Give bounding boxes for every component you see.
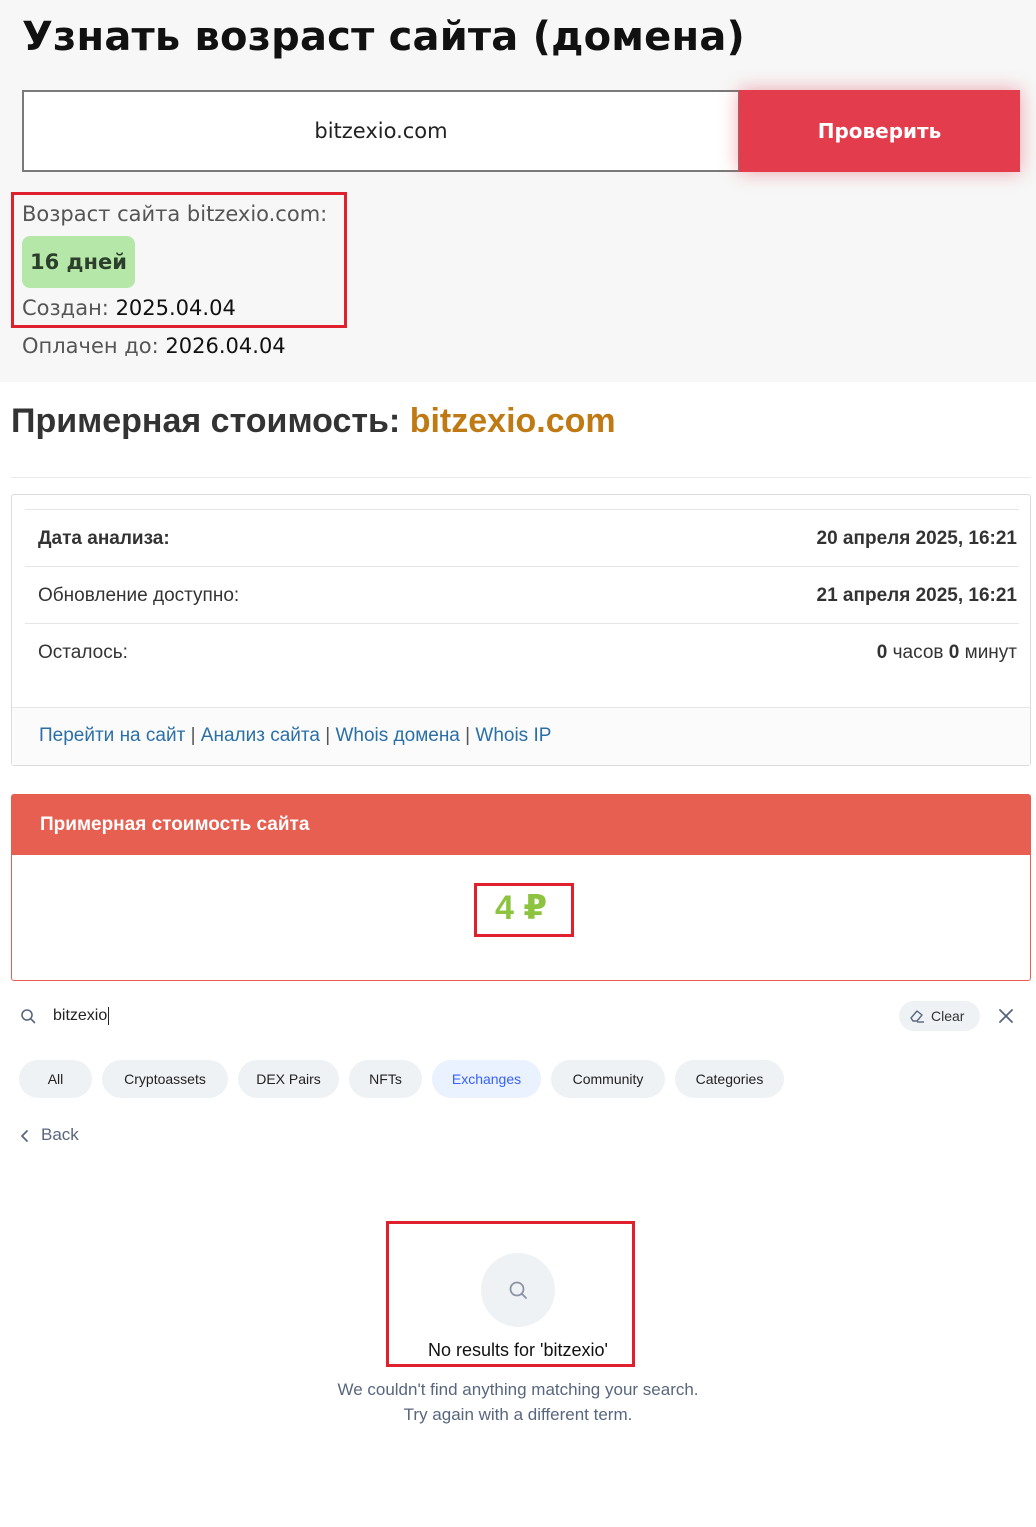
chip-exchanges[interactable]: Exchanges <box>432 1060 541 1098</box>
price-header: Примерная стоимость сайта <box>12 795 1030 855</box>
price-card: Примерная стоимость сайта 4 ₽ <box>11 794 1031 981</box>
analysis-info-card: Дата анализа: 20 апреля 2025, 16:21 Обно… <box>11 494 1031 766</box>
clear-button[interactable]: Clear <box>899 1001 980 1031</box>
chip-dex-pairs[interactable]: DEX Pairs <box>238 1060 339 1098</box>
clear-label: Clear <box>931 1008 965 1024</box>
eraser-icon <box>910 1010 924 1023</box>
age-label: Возраст сайта bitzexio.com: <box>22 202 328 226</box>
back-label: Back <box>41 1125 79 1144</box>
check-button[interactable]: Проверить <box>739 90 1020 172</box>
empty-state-message: We couldn't find anything matching your … <box>0 1377 1036 1427</box>
remaining-hours: 0 <box>876 642 888 663</box>
remaining-hours-unit: часов <box>892 642 944 663</box>
chip-community[interactable]: Community <box>551 1060 665 1098</box>
update-available-value: 21 апреля 2025, 16:21 <box>816 585 1017 606</box>
paid-line: Оплачен до: 2026.04.04 <box>22 332 327 360</box>
chip-all[interactable]: All <box>19 1060 92 1098</box>
chip-cryptoassets[interactable]: Cryptoassets <box>102 1060 228 1098</box>
age-result: Возраст сайта bitzexio.com: 16 дней Созд… <box>22 200 327 360</box>
update-available-label: Обновление доступно: <box>38 585 240 606</box>
info-row-update-available: Обновление доступно: 21 апреля 2025, 16:… <box>25 566 1019 623</box>
remaining-minutes: 0 <box>948 642 960 663</box>
info-row-analysis-date: Дата анализа: 20 апреля 2025, 16:21 <box>25 509 1019 566</box>
remaining-minutes-unit: минут <box>964 642 1017 663</box>
chip-nfts[interactable]: NFTs <box>349 1060 422 1098</box>
link-whois-ip[interactable]: Whois IP <box>475 725 551 746</box>
search-icon <box>21 1009 36 1024</box>
chip-categories[interactable]: Categories <box>675 1060 784 1098</box>
empty-state-title: No results for 'bitzexio' <box>428 1340 608 1360</box>
page-title: Узнать возраст сайта (домена) <box>22 14 746 60</box>
analysis-date-value: 20 апреля 2025, 16:21 <box>816 528 1017 549</box>
created-value: 2025.04.04 <box>115 296 236 320</box>
age-badge: 16 дней <box>22 236 135 288</box>
domain-check-form: bitzexio.com Проверить <box>22 90 1020 172</box>
cost-title-domain: bitzexio.com <box>409 402 616 440</box>
price-value: 4 ₽ <box>494 889 547 927</box>
remaining-value: 0 часов 0 минут <box>877 624 1017 681</box>
link-whois-domain[interactable]: Whois домена <box>335 725 459 746</box>
close-icon[interactable] <box>996 1006 1016 1026</box>
created-label: Создан: <box>22 296 109 320</box>
empty-state-icon-circle <box>481 1253 555 1327</box>
empty-state-line1: We couldn't find anything matching your … <box>337 1380 699 1399</box>
empty-state-line2: Try again with a different term. <box>403 1405 633 1424</box>
link-go-to-site[interactable]: Перейти на сайт <box>39 725 185 746</box>
analysis-date-label: Дата анализа: <box>38 528 170 549</box>
created-line: Создан: 2025.04.04 <box>22 294 327 322</box>
site-links: Перейти на сайт | Анализ сайта | Whois д… <box>12 707 1030 765</box>
chevron-left-icon <box>21 1130 28 1142</box>
paid-value: 2026.04.04 <box>165 334 286 358</box>
remaining-label: Осталось: <box>38 642 128 663</box>
info-row-remaining: Осталось: 0 часов 0 минут <box>25 623 1019 680</box>
back-button[interactable]: Back <box>20 1122 79 1148</box>
link-separator: | <box>325 725 331 746</box>
search-icon <box>509 1281 527 1299</box>
paid-label: Оплачен до: <box>22 334 159 358</box>
cost-title: Примерная стоимость: bitzexio.com <box>11 402 616 441</box>
link-site-analysis[interactable]: Анализ сайта <box>201 725 320 746</box>
domain-age-section: Узнать возраст сайта (домена) bitzexio.c… <box>0 0 1036 382</box>
cost-title-prefix: Примерная стоимость: <box>11 402 401 440</box>
divider <box>11 477 1031 478</box>
link-separator: | <box>190 725 196 746</box>
search-input[interactable]: bitzexio <box>53 996 109 1036</box>
domain-input[interactable]: bitzexio.com <box>22 90 740 172</box>
link-separator: | <box>465 725 471 746</box>
search-bar: bitzexio Clear <box>0 996 1036 1036</box>
